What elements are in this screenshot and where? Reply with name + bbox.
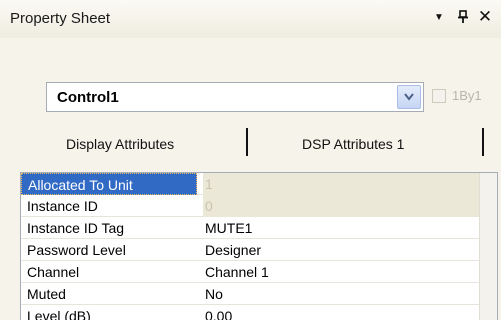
property-name: Password Level: [27, 242, 126, 258]
property-value[interactable]: Designer: [203, 239, 479, 261]
control-selector-dropdown[interactable]: Control1: [46, 82, 424, 112]
dropdown-triangle-icon[interactable]: ▼: [428, 6, 450, 28]
tab-display-attributes[interactable]: Display Attributes: [66, 136, 174, 152]
one-by-one-label: 1By1: [452, 88, 482, 103]
property-value[interactable]: Channel 1: [203, 261, 479, 283]
property-row-channel[interactable]: Channel Channel 1: [21, 261, 497, 283]
property-row-muted[interactable]: Muted No: [21, 283, 497, 305]
property-name: Instance ID: [27, 198, 98, 214]
control-selector-value: Control1: [57, 89, 119, 106]
property-row-password-level[interactable]: Password Level Designer: [21, 239, 497, 261]
grid-scrollbar[interactable]: [479, 173, 497, 320]
property-name: Allocated To Unit: [21, 173, 197, 195]
panel-title: Property Sheet: [10, 10, 111, 27]
title-bar: Property Sheet ▼ ✕: [0, 0, 501, 38]
property-value: 1: [203, 173, 479, 195]
property-name: Channel: [27, 264, 80, 280]
property-sheet-panel: Property Sheet ▼ ✕ Control1 1By1 Display…: [0, 0, 501, 320]
property-row-instance-id[interactable]: Instance ID 0: [21, 195, 497, 217]
property-value: 0: [203, 195, 479, 217]
property-name: Instance ID Tag: [27, 220, 125, 236]
property-row-level-db[interactable]: Level (dB) 0.00: [21, 305, 497, 320]
pin-icon[interactable]: [452, 6, 474, 28]
tab-dsp-attributes-1[interactable]: DSP Attributes 1: [302, 136, 404, 152]
property-row-allocated-to-unit[interactable]: Allocated To Unit 1: [21, 173, 497, 195]
property-value[interactable]: No: [203, 283, 479, 305]
property-row-instance-id-tag[interactable]: Instance ID Tag MUTE1: [21, 217, 497, 239]
tab-separator: [482, 128, 484, 156]
property-value[interactable]: 0.00: [203, 305, 479, 320]
tab-separator: [246, 128, 248, 156]
one-by-one-checkbox[interactable]: [432, 89, 446, 103]
property-name: Muted: [27, 286, 66, 302]
property-value[interactable]: MUTE1: [203, 217, 479, 239]
property-name: Level (dB): [27, 308, 91, 320]
property-grid: Allocated To Unit 1 Instance ID 0 Instan…: [20, 172, 498, 320]
close-icon[interactable]: ✕: [474, 6, 496, 28]
chevron-down-icon[interactable]: [397, 85, 421, 109]
